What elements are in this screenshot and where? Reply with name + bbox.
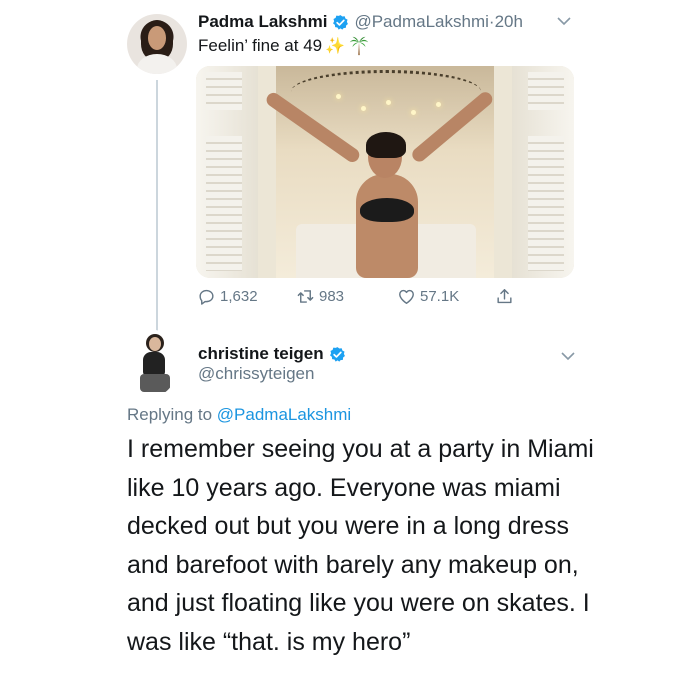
- reply-author-handle[interactable]: @chrissyteigen: [198, 364, 314, 384]
- palm-tree-emoji: [349, 36, 369, 56]
- photo-door-frame: [494, 66, 512, 278]
- like-count: 57.1K: [420, 288, 460, 305]
- tweet-header: Padma Lakshmi @PadmaLakshmi · 20h: [198, 11, 523, 33]
- reply-count: 1,632: [220, 288, 258, 305]
- replying-to-prefix: Replying to: [127, 405, 217, 424]
- reply-header: christine teigen: [198, 343, 351, 365]
- photo-shutter: [206, 136, 242, 271]
- like-icon: [399, 289, 414, 304]
- photo-shutter: [206, 72, 242, 110]
- chevron-down-icon[interactable]: [557, 16, 571, 26]
- avatar-body: [143, 352, 165, 376]
- avatar-body: [137, 54, 177, 74]
- retweet-action[interactable]: 983: [296, 287, 344, 306]
- tweet-time[interactable]: 20h: [495, 12, 523, 32]
- author-handle[interactable]: @PadmaLakshmi: [354, 12, 488, 32]
- reply-icon: [199, 289, 214, 305]
- photo-person-top: [360, 198, 414, 222]
- photo-shutter: [528, 136, 564, 271]
- avatar-chrissy[interactable]: [130, 330, 178, 396]
- photo-light: [336, 94, 341, 99]
- tweet-text: Feelin’ fine at 49 ✨: [198, 35, 370, 57]
- share-icon: [497, 289, 512, 304]
- reply-body: I remember seeing you at a party in Miam…: [127, 435, 594, 656]
- avatar-face: [148, 26, 166, 50]
- thread-connector-line: [156, 80, 158, 332]
- reply-action[interactable]: 1,632: [197, 287, 258, 306]
- photo-light: [411, 110, 416, 115]
- avatar-legs: [140, 374, 170, 392]
- tweet-photo[interactable]: [196, 66, 574, 278]
- share-action[interactable]: [495, 287, 518, 306]
- photo-light: [436, 102, 441, 107]
- replying-to-mention[interactable]: @PadmaLakshmi: [217, 405, 351, 424]
- sparkle-emoji: ✨: [325, 38, 346, 55]
- retweet-icon: [297, 290, 314, 303]
- retweet-count: 983: [319, 288, 345, 305]
- photo-light: [386, 100, 391, 105]
- author-name[interactable]: Padma Lakshmi: [198, 12, 327, 32]
- avatar-padma[interactable]: [127, 14, 187, 74]
- photo-person-torso: [356, 174, 418, 278]
- photo-vine: [291, 70, 481, 113]
- photo-light: [361, 106, 366, 111]
- photo-person-hair: [366, 132, 406, 158]
- chevron-down-icon[interactable]: [561, 351, 575, 361]
- tweet-body: Feelin’ fine at 49: [198, 36, 323, 55]
- avatar-face: [149, 337, 161, 351]
- reply-author-name[interactable]: christine teigen: [198, 344, 324, 364]
- verified-badge-icon: [329, 346, 345, 362]
- like-action[interactable]: 57.1K: [397, 287, 459, 306]
- verified-badge-icon: [333, 14, 349, 30]
- replying-to: Replying to @PadmaLakshmi: [127, 405, 351, 425]
- photo-shutter: [528, 72, 564, 110]
